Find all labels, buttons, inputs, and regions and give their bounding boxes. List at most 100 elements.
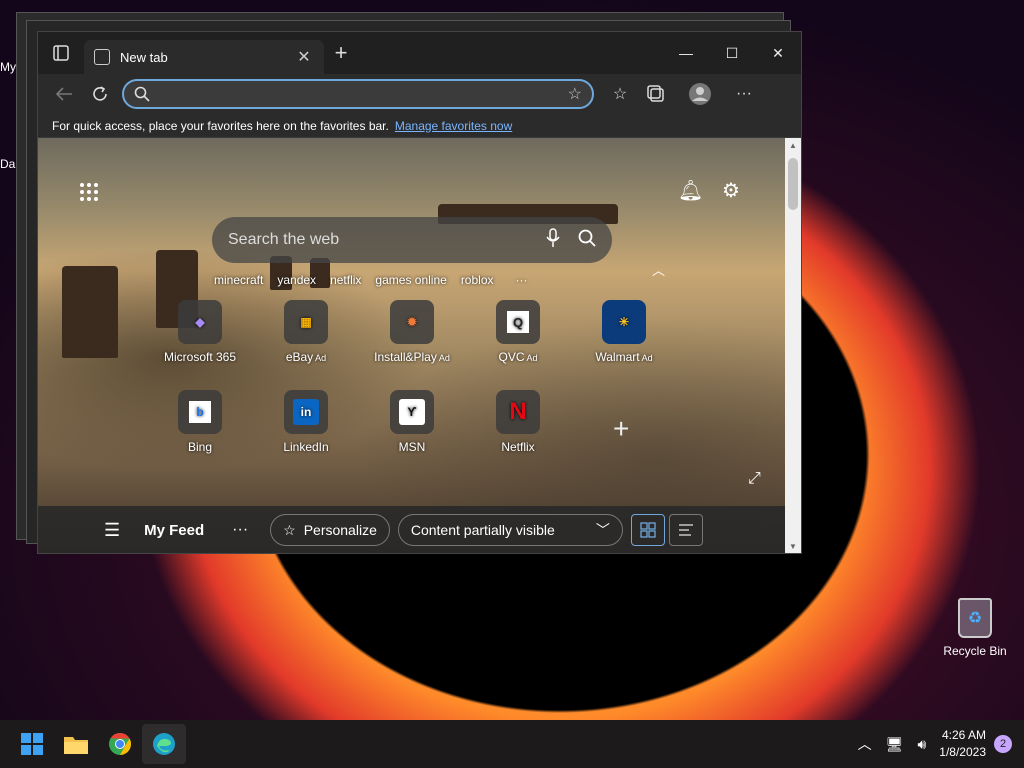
edge-browser-window[interactable]: New tab ✕ + — ☐ ✕ ☆ ☆ ··· For quick acce… bbox=[37, 31, 802, 554]
microphone-icon[interactable] bbox=[546, 227, 560, 253]
tab-new-tab[interactable]: New tab ✕ bbox=[84, 40, 324, 74]
favorites-star-icon: ☆ bbox=[612, 86, 628, 103]
vertical-scrollbar[interactable]: ▲ ▼ bbox=[785, 138, 801, 553]
ad-label: Ad bbox=[315, 353, 327, 363]
tile-label: LinkedIn bbox=[283, 440, 329, 454]
quicklink-microsoft365[interactable]: ◆ Microsoft 365 bbox=[155, 300, 245, 364]
maximize-button[interactable]: ☐ bbox=[709, 32, 755, 74]
clock-date: 1/8/2023 bbox=[939, 745, 986, 759]
edge-icon bbox=[153, 733, 175, 755]
apps-launcher-icon[interactable] bbox=[80, 183, 98, 201]
title-bar: New tab ✕ + — ☐ ✕ bbox=[38, 32, 801, 74]
recycle-bin-icon: ♻ bbox=[958, 598, 992, 638]
collapse-quicklinks-icon[interactable]: ︿ bbox=[652, 260, 665, 279]
profile-avatar-icon bbox=[689, 83, 711, 105]
trending-item[interactable]: roblox bbox=[461, 273, 494, 287]
close-window-button[interactable]: ✕ bbox=[755, 32, 801, 74]
quicklink-netflix[interactable]: N Netflix bbox=[473, 390, 563, 454]
close-tab-icon[interactable]: ✕ bbox=[294, 47, 314, 67]
quicklink-ebay[interactable]: ▦ eBay Ad bbox=[261, 300, 351, 364]
show-hidden-icons-chevron-icon[interactable]: ︿ bbox=[858, 734, 872, 754]
web-search-box[interactable]: Search the web bbox=[212, 217, 612, 263]
network-icon[interactable]: 🖥︎ bbox=[886, 736, 904, 753]
more-trending-button[interactable]: ··· bbox=[516, 273, 528, 287]
installplay-icon: ✹ bbox=[390, 300, 434, 344]
walmart-spark-icon: ✳ bbox=[602, 300, 646, 344]
minimize-button[interactable]: — bbox=[663, 32, 709, 74]
msn-butterfly-icon: ϒ bbox=[390, 390, 434, 434]
tile-label: QVC bbox=[498, 350, 525, 364]
search-submit-icon[interactable] bbox=[578, 229, 596, 252]
tile-label: Bing bbox=[187, 440, 213, 454]
address-input[interactable] bbox=[158, 86, 568, 102]
settings-more-button[interactable]: ··· bbox=[726, 78, 762, 110]
quicklink-msn[interactable]: ϒ MSN bbox=[367, 390, 457, 454]
favorites-button[interactable]: ☆ bbox=[602, 78, 638, 110]
feed-more-button[interactable]: ··· bbox=[232, 521, 248, 539]
feed-menu-icon[interactable]: ☰ bbox=[104, 520, 120, 541]
search-placeholder: Search the web bbox=[228, 231, 340, 248]
trending-item[interactable]: minecraft bbox=[214, 273, 263, 287]
scrollbar-thumb[interactable] bbox=[788, 158, 798, 210]
new-tab-button[interactable]: + bbox=[324, 40, 358, 66]
add-quicklink-button[interactable]: + bbox=[613, 413, 629, 445]
collections-button[interactable] bbox=[638, 78, 674, 110]
tab-actions-icon bbox=[53, 45, 69, 61]
grid-view-button[interactable] bbox=[630, 514, 665, 546]
personalize-button[interactable]: ☆ Personalize bbox=[270, 514, 390, 546]
manage-favorites-link[interactable]: Manage favorites now bbox=[395, 119, 512, 133]
tab-title: New tab bbox=[120, 49, 168, 65]
quicklink-installplay[interactable]: ✹ Install&Play Ad bbox=[367, 300, 457, 364]
my-feed-tab[interactable]: My Feed bbox=[144, 522, 204, 539]
folder-icon bbox=[64, 737, 88, 754]
refresh-button[interactable] bbox=[82, 78, 118, 110]
quicklink-linkedin[interactable]: in LinkedIn bbox=[261, 390, 351, 454]
recycle-bin-desktop-icon[interactable]: ♻ Recycle Bin bbox=[942, 598, 1008, 658]
notifications-bell-icon[interactable]: 🔔︎ bbox=[678, 178, 703, 203]
trending-item[interactable]: netflix bbox=[330, 273, 361, 287]
trending-searches: minecraft yandex netflix games online ro… bbox=[214, 273, 528, 287]
quicklink-bing[interactable]: b Bing bbox=[155, 390, 245, 454]
clock-time: 4:26 AM bbox=[941, 728, 986, 742]
trending-item[interactable]: games online bbox=[375, 273, 446, 287]
grid-view-icon bbox=[640, 522, 656, 538]
feed-bar: ☰ My Feed ··· ☆ Personalize Content part… bbox=[38, 506, 786, 553]
tile-label: Netflix bbox=[501, 440, 535, 454]
trending-item[interactable]: yandex bbox=[277, 273, 316, 287]
chevron-down-icon: ﹀ bbox=[595, 522, 610, 538]
microsoft365-icon: ◆ bbox=[178, 300, 222, 344]
navigation-toolbar: ☆ ☆ ··· bbox=[38, 74, 801, 114]
edge-button[interactable] bbox=[142, 724, 186, 764]
new-tab-page: 🔔︎ ⚙ Search the web minecraft yandex net… bbox=[38, 138, 801, 553]
chrome-button[interactable] bbox=[98, 724, 142, 764]
system-tray: ︿ 🖥︎ 🔊︎ 4:26 AM 1/8/2023 2 bbox=[851, 720, 1024, 768]
expand-background-icon[interactable]: ⤢ bbox=[748, 470, 761, 488]
quicklink-qvc[interactable]: Q QVC Ad bbox=[473, 300, 563, 364]
clock[interactable]: 4:26 AM 1/8/2023 bbox=[939, 727, 986, 761]
collections-icon bbox=[647, 85, 664, 102]
favbar-message: For quick access, place your favorites h… bbox=[52, 118, 389, 133]
bing-icon: b bbox=[178, 390, 222, 434]
quicklink-walmart[interactable]: ✳ Walmart Ad bbox=[579, 300, 669, 364]
address-bar[interactable]: ☆ bbox=[122, 79, 594, 109]
volume-icon[interactable]: 🔊︎ bbox=[917, 736, 926, 753]
tile-label: Install&Play bbox=[374, 350, 437, 364]
refresh-icon bbox=[93, 86, 107, 101]
scroll-down-icon[interactable]: ▼ bbox=[785, 542, 801, 551]
linkedin-icon: in bbox=[284, 390, 328, 434]
profile-button[interactable] bbox=[682, 78, 718, 110]
search-icon bbox=[134, 86, 150, 102]
notification-badge[interactable]: 2 bbox=[994, 735, 1012, 753]
add-favorite-icon[interactable]: ☆ bbox=[568, 84, 582, 104]
tab-actions-button[interactable] bbox=[38, 32, 84, 74]
background-post bbox=[62, 266, 118, 358]
netflix-icon: N bbox=[496, 390, 540, 434]
favorites-bar: For quick access, place your favorites h… bbox=[38, 114, 801, 138]
list-view-button[interactable] bbox=[668, 514, 703, 546]
content-visibility-select[interactable]: Content partially visible ﹀ bbox=[397, 514, 623, 546]
scroll-up-icon[interactable]: ▲ bbox=[785, 141, 801, 150]
back-button[interactable] bbox=[46, 78, 82, 110]
file-explorer-button[interactable] bbox=[54, 724, 98, 764]
page-settings-gear-icon[interactable]: ⚙ bbox=[722, 178, 740, 203]
start-button[interactable] bbox=[10, 724, 54, 764]
